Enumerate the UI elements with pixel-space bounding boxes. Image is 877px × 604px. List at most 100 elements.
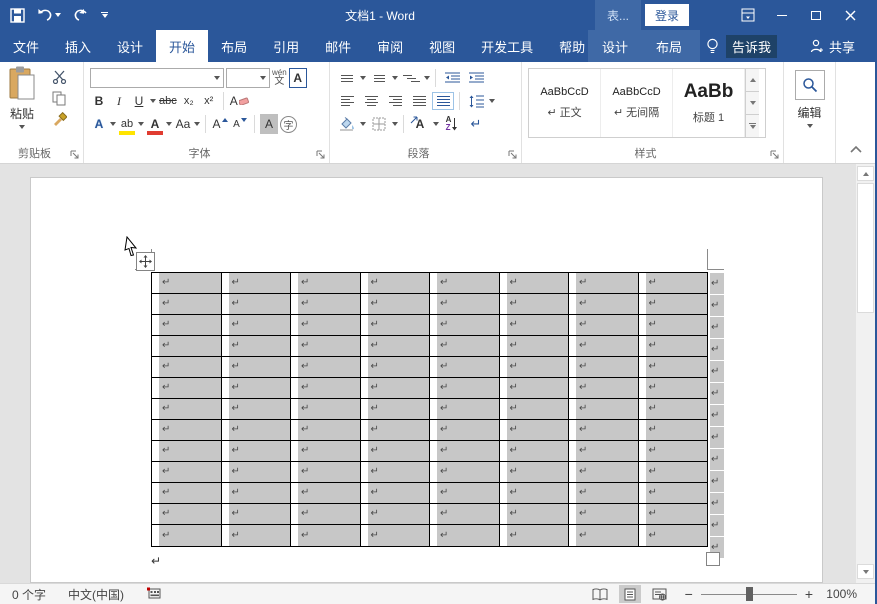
table-cell[interactable]: ↵: [430, 483, 500, 503]
style-normal[interactable]: AaBbCcD ↵ 正文: [529, 69, 601, 137]
table-cell[interactable]: ↵: [291, 504, 361, 524]
font-size-combobox[interactable]: [226, 68, 270, 88]
format-painter-button[interactable]: [48, 110, 70, 128]
decrease-indent-button[interactable]: [441, 69, 463, 87]
table-cell[interactable]: ↵: [639, 399, 708, 419]
table-cell[interactable]: ↵: [361, 399, 431, 419]
table-cell[interactable]: ↵: [569, 357, 639, 377]
table-cell[interactable]: ↵: [222, 483, 292, 503]
tab-design[interactable]: 设计: [104, 30, 156, 62]
styles-dialog-launcher[interactable]: [769, 149, 780, 160]
paragraph-dialog-launcher[interactable]: [507, 149, 518, 160]
table-cell[interactable]: ↵: [152, 273, 222, 293]
table-cell[interactable]: ↵: [291, 441, 361, 461]
table-cell[interactable]: ↵: [569, 315, 639, 335]
table-cell[interactable]: ↵: [291, 399, 361, 419]
table-cell[interactable]: ↵: [569, 462, 639, 482]
scroll-up-button[interactable]: [857, 166, 874, 181]
justify-button[interactable]: [408, 92, 430, 110]
share-button[interactable]: 共享: [810, 30, 855, 62]
tell-me-box[interactable]: 告诉我: [726, 35, 777, 58]
table-cell[interactable]: ↵: [430, 273, 500, 293]
sort-button[interactable]: A Z: [441, 115, 463, 133]
table-cell[interactable]: ↵: [430, 525, 500, 546]
font-color-dropdown[interactable]: [166, 122, 172, 126]
table-cell[interactable]: ↵: [291, 462, 361, 482]
font-color-button[interactable]: A: [146, 114, 164, 134]
cut-button[interactable]: [48, 68, 70, 86]
clipboard-dialog-launcher[interactable]: [69, 149, 80, 160]
character-shading-button[interactable]: A: [260, 114, 278, 134]
table-cell[interactable]: ↵: [222, 273, 292, 293]
table-cell[interactable]: ↵: [152, 504, 222, 524]
table-cell[interactable]: ↵: [222, 441, 292, 461]
table-cell[interactable]: ↵: [222, 525, 292, 546]
styles-scroll-up-button[interactable]: [746, 69, 759, 92]
table-cell[interactable]: ↵: [430, 399, 500, 419]
table-cell[interactable]: ↵: [500, 336, 570, 356]
table-cell[interactable]: ↵: [639, 525, 708, 546]
enclose-characters-button[interactable]: 字: [280, 116, 297, 133]
zoom-level[interactable]: 100%: [821, 587, 857, 601]
undo-dropdown[interactable]: [55, 13, 61, 17]
strikethrough-button[interactable]: abc: [158, 91, 178, 111]
collapse-ribbon-button[interactable]: [849, 143, 863, 157]
table-cell[interactable]: ↵: [500, 273, 570, 293]
shading-button[interactable]: [336, 115, 358, 133]
tab-developer[interactable]: 开发工具: [468, 30, 546, 62]
table-cell[interactable]: ↵: [291, 273, 361, 293]
table-cell[interactable]: ↵: [639, 420, 708, 440]
customize-qat-button[interactable]: [101, 12, 108, 18]
table-cell[interactable]: ↵: [569, 525, 639, 546]
table-cell[interactable]: ↵: [639, 378, 708, 398]
styles-more-button[interactable]: [746, 115, 759, 137]
asian-layout-button[interactable]: A: [409, 115, 431, 133]
table-cell[interactable]: ↵: [639, 273, 708, 293]
multilevel-list-button[interactable]: [400, 69, 422, 87]
table-cell[interactable]: ↵: [222, 315, 292, 335]
tab-file[interactable]: 文件: [0, 30, 52, 62]
editing-dropdown[interactable]: [807, 124, 813, 128]
table-cell[interactable]: ↵: [569, 420, 639, 440]
table-cell[interactable]: ↵: [569, 336, 639, 356]
table-cell[interactable]: ↵: [500, 483, 570, 503]
table-cell[interactable]: ↵: [500, 525, 570, 546]
maximize-button[interactable]: [799, 0, 833, 30]
table-cell[interactable]: ↵: [500, 399, 570, 419]
word-count[interactable]: 0 个字: [12, 586, 46, 603]
align-center-button[interactable]: [360, 92, 382, 110]
table-cell[interactable]: ↵: [291, 294, 361, 314]
table-cell[interactable]: ↵: [291, 378, 361, 398]
character-border-button[interactable]: A: [289, 68, 307, 88]
macro-record-button[interactable]: [146, 587, 161, 602]
numbering-button[interactable]: [368, 69, 390, 87]
italic-button[interactable]: I: [110, 91, 128, 111]
table-cell[interactable]: ↵: [361, 357, 431, 377]
table-cell[interactable]: ↵: [152, 420, 222, 440]
tab-insert[interactable]: 插入: [52, 30, 104, 62]
table-cell[interactable]: ↵: [291, 357, 361, 377]
table-cell[interactable]: ↵: [291, 315, 361, 335]
table-cell[interactable]: ↵: [222, 399, 292, 419]
table-cell[interactable]: ↵: [361, 420, 431, 440]
table-cell[interactable]: ↵: [291, 420, 361, 440]
bold-button[interactable]: B: [90, 91, 108, 111]
table-cell[interactable]: ↵: [291, 336, 361, 356]
font-dialog-launcher[interactable]: [315, 149, 326, 160]
print-layout-button[interactable]: [619, 585, 641, 603]
tab-references[interactable]: 引用: [260, 30, 312, 62]
sign-in-button[interactable]: 登录: [645, 4, 689, 26]
find-button[interactable]: [795, 70, 825, 100]
increase-indent-button[interactable]: [465, 69, 487, 87]
table-cell[interactable]: ↵: [500, 504, 570, 524]
highlight-button[interactable]: ab: [118, 114, 136, 134]
table-cell[interactable]: ↵: [430, 336, 500, 356]
asian-layout-dropdown[interactable]: [433, 122, 439, 126]
table-cell[interactable]: ↵: [639, 504, 708, 524]
table-cell[interactable]: ↵: [222, 420, 292, 440]
paste-button[interactable]: 粘贴: [2, 66, 42, 129]
table-cell[interactable]: ↵: [500, 462, 570, 482]
zoom-slider-track[interactable]: [701, 594, 797, 595]
table-cell[interactable]: ↵: [639, 462, 708, 482]
table-cell[interactable]: ↵: [430, 378, 500, 398]
